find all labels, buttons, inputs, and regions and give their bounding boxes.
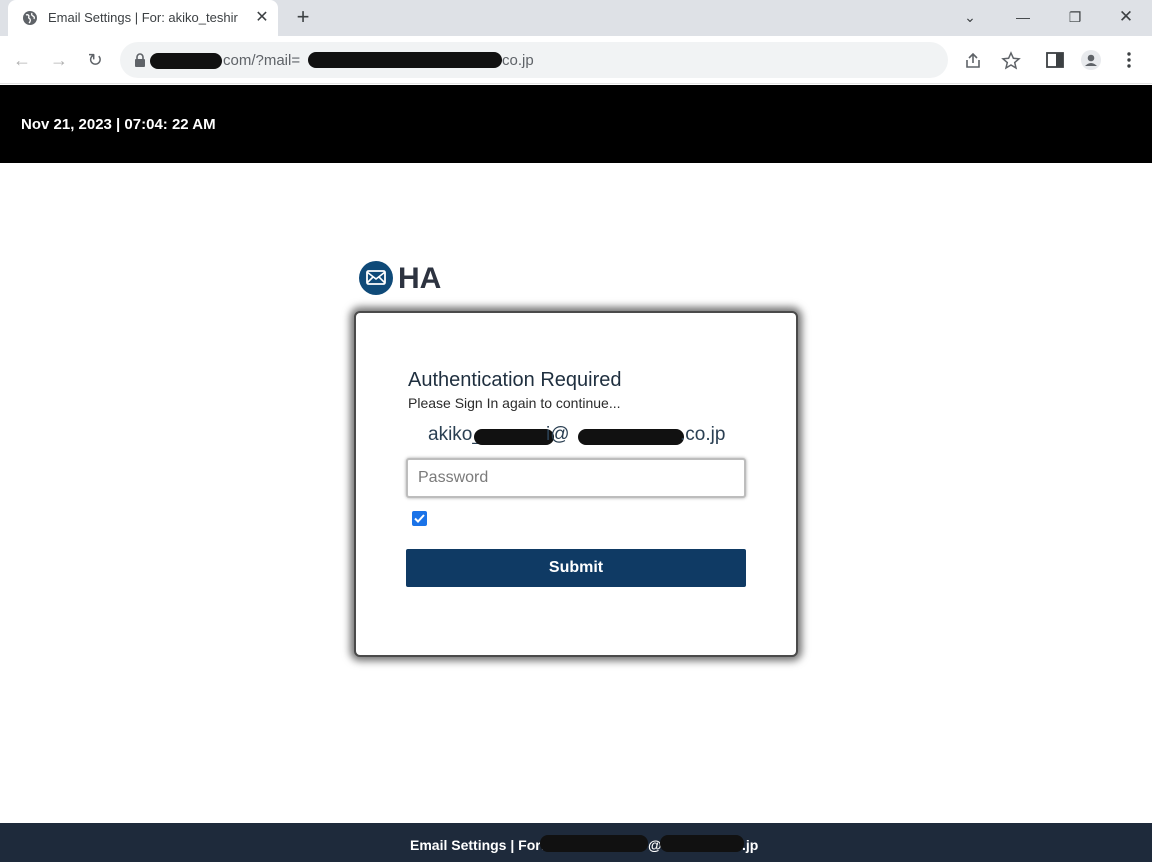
side-panel-icon[interactable] bbox=[1044, 49, 1066, 71]
minimize-button[interactable]: — bbox=[1003, 4, 1043, 30]
url-text: com/?mail= bbox=[223, 52, 301, 69]
login-card: Authentication Required Please Sign In a… bbox=[354, 311, 798, 657]
datetime-text: Nov 21, 2023 | 07:04: 22 AM bbox=[21, 116, 216, 133]
auth-subtitle: Please Sign In again to continue... bbox=[408, 395, 621, 411]
mail-logo-icon bbox=[359, 261, 393, 295]
reload-button[interactable]: ↻ bbox=[83, 48, 107, 72]
profile-icon[interactable] bbox=[1080, 49, 1102, 71]
browser-window: Email Settings | For: akiko_teshir ✕ + ⌄… bbox=[0, 0, 1152, 862]
back-button[interactable]: ← bbox=[10, 48, 34, 72]
logo-text: HA bbox=[398, 262, 442, 295]
share-icon[interactable] bbox=[963, 51, 983, 71]
address-bar[interactable]: com/?mail= co.jp bbox=[120, 42, 1021, 78]
page-header: Nov 21, 2023 | 07:04: 22 AM bbox=[0, 85, 1152, 163]
email-text-end: .co.jp bbox=[680, 424, 726, 445]
redacted-domain bbox=[150, 53, 222, 69]
footer-suffix: .jp bbox=[742, 837, 759, 853]
submit-button[interactable]: Submit bbox=[406, 549, 746, 587]
page-footer: Email Settings | For: @ .jp bbox=[0, 823, 1152, 862]
redacted-footer-domain bbox=[660, 835, 744, 852]
new-tab-button[interactable]: + bbox=[290, 5, 316, 31]
tab-close-icon[interactable]: ✕ bbox=[252, 8, 272, 28]
redacted-email-part bbox=[474, 429, 554, 445]
url-suffix: co.jp bbox=[502, 52, 534, 69]
globe-icon bbox=[23, 11, 37, 25]
lock-icon bbox=[135, 53, 145, 67]
redacted-email bbox=[308, 52, 502, 68]
auth-title: Authentication Required bbox=[408, 369, 622, 391]
redacted-email-domain bbox=[578, 429, 684, 445]
remember-checkbox[interactable] bbox=[412, 511, 427, 526]
email-display: akiko_ i@ .co.jp bbox=[428, 423, 768, 449]
forward-button[interactable]: → bbox=[47, 48, 71, 72]
browser-toolbar: ← → ↻ com/?mail= co.jp bbox=[0, 36, 1152, 84]
footer-text: Email Settings | For: bbox=[410, 837, 546, 853]
browser-tab[interactable]: Email Settings | For: akiko_teshir ✕ bbox=[8, 0, 278, 36]
tab-search-icon[interactable]: ⌄ bbox=[950, 4, 990, 30]
password-input[interactable] bbox=[406, 458, 746, 498]
star-icon[interactable] bbox=[1001, 51, 1021, 71]
close-window-button[interactable]: ✕ bbox=[1106, 4, 1146, 30]
tab-strip: Email Settings | For: akiko_teshir ✕ + ⌄… bbox=[0, 0, 1152, 36]
tab-title: Email Settings | For: akiko_teshir bbox=[48, 10, 238, 25]
checkmark-icon bbox=[414, 514, 425, 523]
email-text-middle: i@ bbox=[546, 424, 570, 445]
redacted-footer-user bbox=[540, 835, 648, 852]
restore-button[interactable]: ❐ bbox=[1055, 4, 1095, 30]
kebab-menu-icon[interactable] bbox=[1118, 49, 1140, 71]
